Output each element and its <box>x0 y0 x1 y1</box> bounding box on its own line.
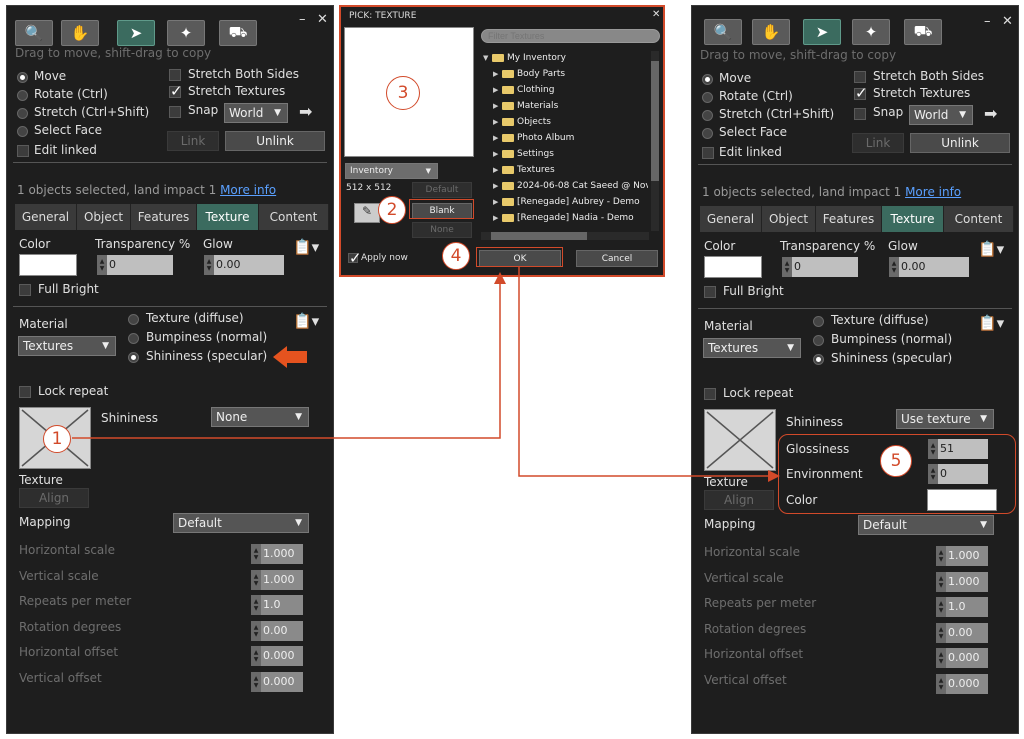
callout-5: 5 <box>880 445 912 477</box>
callout-2: 2 <box>378 196 406 224</box>
callout-3: 3 <box>386 76 420 110</box>
ok-highlight <box>476 247 563 267</box>
annotation-connectors <box>72 267 780 482</box>
blank-highlight <box>409 199 474 219</box>
callout-4: 4 <box>442 242 470 270</box>
callout-1: 1 <box>43 425 71 453</box>
